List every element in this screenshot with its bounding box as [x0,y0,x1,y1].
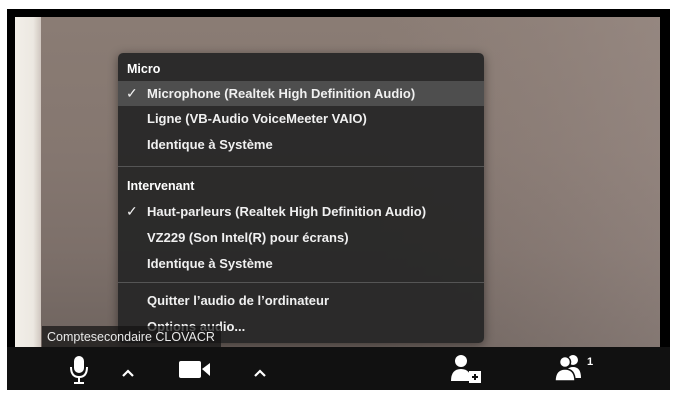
speaker-section-header: Intervenant [127,179,195,193]
menu-item-leave-computer-audio[interactable]: Quitter l’audio de l’ordinateur [118,288,484,313]
participant-name-tooltip: Comptesecondaire CLOVACR [42,326,221,348]
menu-item-label: Ligne (VB-Audio VoiceMeeter VAIO) [147,111,367,126]
micro-section-header: Micro [127,62,161,76]
video-camera-icon [179,361,210,378]
participants-count: 1 [587,356,594,368]
chevron-up-icon [254,369,266,377]
chevron-up-icon [122,369,134,377]
audio-settings-menu: Micro ✓ Microphone (Realtek High Definit… [118,53,484,343]
meeting-toolbar: 1 [7,347,670,390]
menu-item-label: Identique à Système [147,137,273,152]
participants-icon [554,355,581,382]
menu-item-label: Identique à Système [147,256,273,271]
video-left-edge [15,17,41,347]
menu-item-mic-same-as-system[interactable]: Identique à Système [118,132,484,157]
menu-separator [118,166,484,167]
microphone-options-button[interactable] [119,347,139,390]
microphone-button[interactable] [65,347,95,390]
menu-separator [118,282,484,283]
video-button[interactable] [177,347,217,390]
checkmark-icon: ✓ [126,203,138,219]
menu-item-label: Microphone (Realtek High Definition Audi… [147,86,416,101]
add-participant-icon [451,355,481,383]
video-options-button[interactable] [251,347,271,390]
menu-item-label: VZ229 (Son Intel(R) pour écrans) [147,230,349,245]
menu-item-speakers-realtek[interactable]: ✓ Haut-parleurs (Realtek High Definition… [118,199,484,224]
menu-item-microphone-realtek[interactable]: ✓ Microphone (Realtek High Definition Au… [118,81,484,106]
checkmark-icon: ✓ [126,85,138,101]
microphone-icon [70,356,88,384]
participants-button[interactable]: 1 [553,347,603,390]
menu-item-vz229[interactable]: VZ229 (Son Intel(R) pour écrans) [118,225,484,250]
menu-item-label: Haut-parleurs (Realtek High Definition A… [147,204,427,219]
menu-item-line-voicemeeter[interactable]: Ligne (VB-Audio VoiceMeeter VAIO) [118,106,484,131]
zoom-window: Micro ✓ Microphone (Realtek High Definit… [7,9,670,390]
menu-item-label: Quitter l’audio de l’ordinateur [147,293,330,308]
invite-button[interactable] [449,347,483,390]
menu-item-speaker-same-as-system[interactable]: Identique à Système [118,251,484,276]
